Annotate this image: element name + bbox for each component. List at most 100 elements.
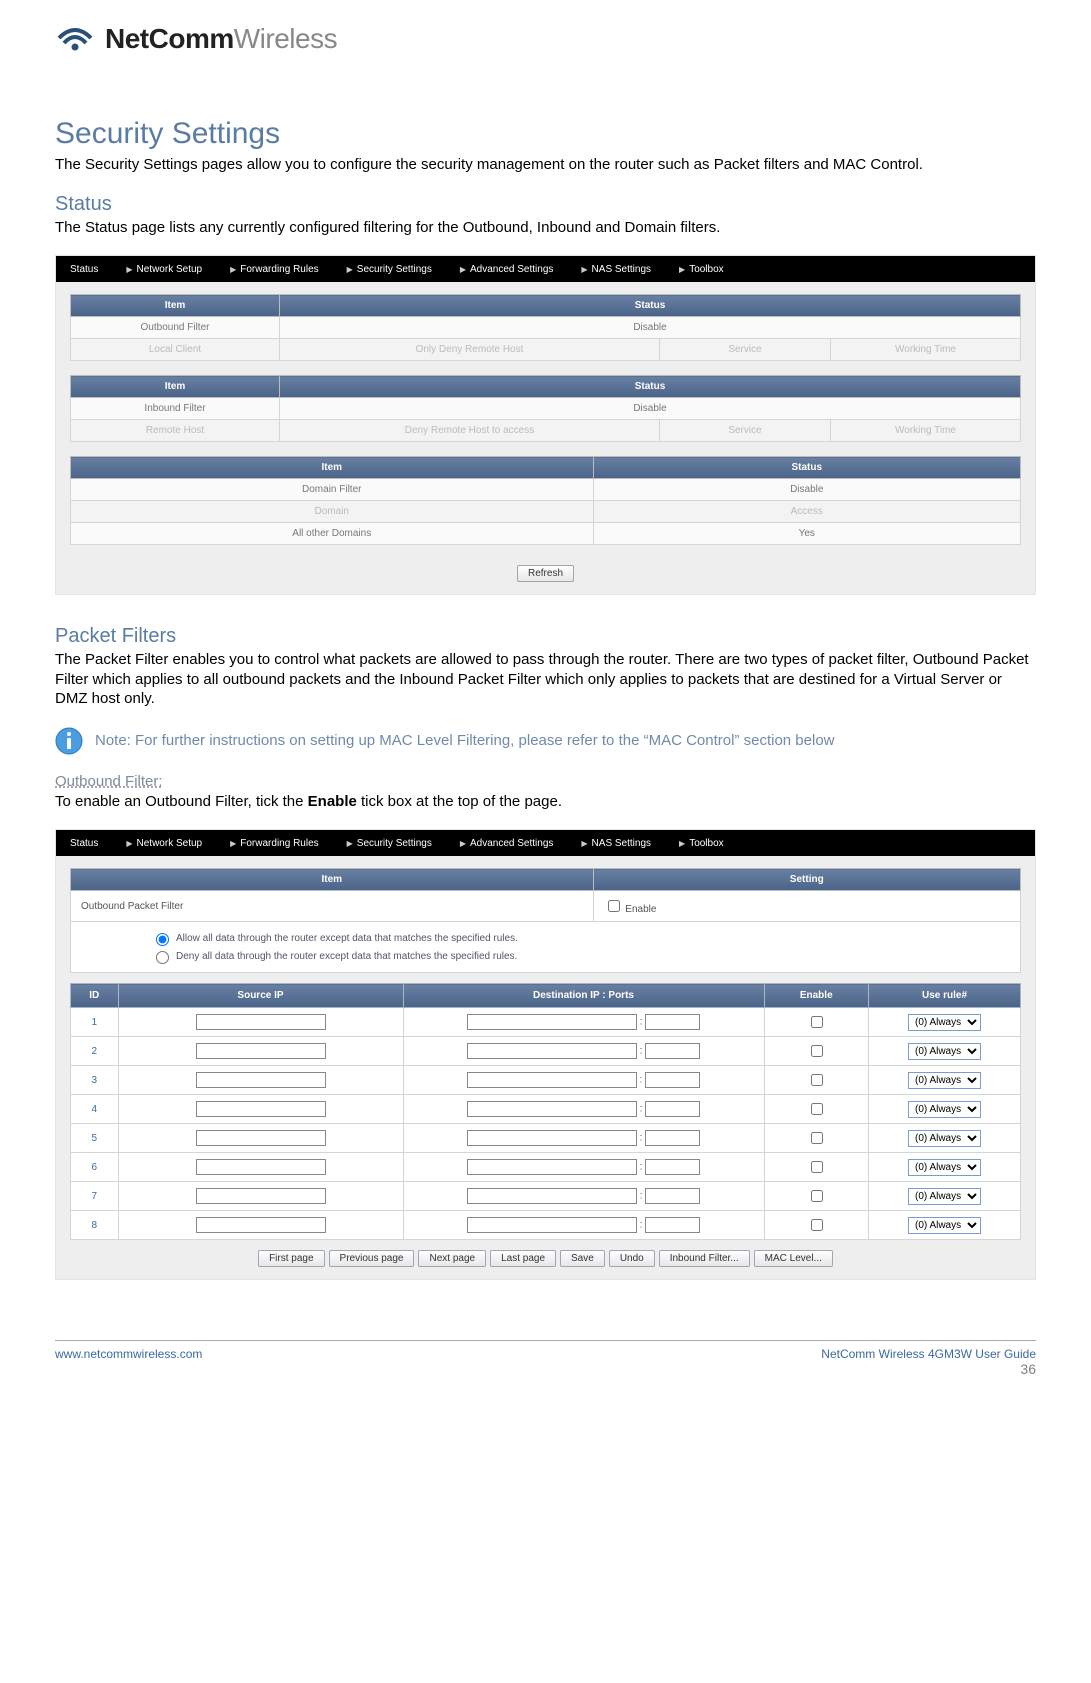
rules-table: ID Source IP Destination IP : Ports Enab…: [70, 983, 1021, 1240]
packet-filters-heading: Packet Filters: [55, 625, 1036, 648]
dest-port-input[interactable]: [645, 1217, 700, 1233]
chevron-right-icon: ▶: [230, 265, 236, 274]
dest-port-input[interactable]: [645, 1188, 700, 1204]
source-ip-input[interactable]: [196, 1188, 326, 1204]
use-rule-select[interactable]: (0) Always: [908, 1130, 981, 1147]
table-row: 5 : (0) Always: [71, 1124, 1021, 1153]
enable-checkbox[interactable]: [608, 900, 620, 912]
dest-port-input[interactable]: [645, 1043, 700, 1059]
packet-filters-desc: The Packet Filter enables you to control…: [55, 650, 1036, 709]
dest-ip-input[interactable]: [467, 1159, 637, 1175]
rule-id: 2: [71, 1037, 119, 1066]
dest-ip-input[interactable]: [467, 1130, 637, 1146]
mac-level-button[interactable]: MAC Level...: [754, 1250, 833, 1267]
dest-ip-input[interactable]: [467, 1043, 637, 1059]
rule-enable-checkbox[interactable]: [811, 1103, 823, 1115]
dest-ip-input[interactable]: [467, 1014, 637, 1030]
first-page-button[interactable]: First page: [258, 1250, 324, 1267]
radio-deny-label: Deny all data through the router except …: [176, 951, 517, 962]
nav-toolbox[interactable]: ▶Toolbox: [665, 264, 738, 275]
rule-id: 8: [71, 1211, 119, 1240]
outbound-packet-filter-label: Outbound Packet Filter: [71, 891, 594, 922]
source-ip-input[interactable]: [196, 1043, 326, 1059]
nav-nas-settings[interactable]: ▶NAS Settings: [567, 838, 665, 849]
footer-url[interactable]: www.netcommwireless.com: [55, 1347, 202, 1377]
table-row: 8 : (0) Always: [71, 1211, 1021, 1240]
status-heading: Status: [55, 193, 1036, 216]
nav-status[interactable]: Status: [56, 838, 112, 849]
chevron-right-icon: ▶: [230, 839, 236, 848]
rule-enable-checkbox[interactable]: [811, 1161, 823, 1173]
dest-port-input[interactable]: [645, 1159, 700, 1175]
source-ip-input[interactable]: [196, 1072, 326, 1088]
info-icon: [55, 727, 83, 755]
nav-forwarding-rules[interactable]: ▶Forwarding Rules: [216, 264, 333, 275]
note-row: Note: For further instructions on settin…: [55, 727, 1036, 755]
dest-ip-input[interactable]: [467, 1101, 637, 1117]
status-desc: The Status page lists any currently conf…: [55, 218, 1036, 238]
radio-allow-label: Allow all data through the router except…: [176, 933, 518, 944]
rule-id: 4: [71, 1095, 119, 1124]
use-rule-select[interactable]: (0) Always: [908, 1217, 981, 1234]
footer: www.netcommwireless.com NetComm Wireless…: [55, 1340, 1036, 1377]
item-setting-table: ItemSetting Outbound Packet Filter Enabl…: [70, 868, 1021, 922]
nav-nas-settings[interactable]: ▶NAS Settings: [567, 264, 665, 275]
rule-enable-checkbox[interactable]: [811, 1045, 823, 1057]
nav-network-setup[interactable]: ▶Network Setup: [112, 838, 216, 849]
use-rule-select[interactable]: (0) Always: [908, 1014, 981, 1031]
chevron-right-icon: ▶: [460, 839, 466, 848]
previous-page-button[interactable]: Previous page: [329, 1250, 415, 1267]
dest-port-input[interactable]: [645, 1101, 700, 1117]
nav-toolbox[interactable]: ▶Toolbox: [665, 838, 738, 849]
radio-deny[interactable]: [156, 951, 169, 964]
rule-enable-checkbox[interactable]: [811, 1074, 823, 1086]
navbar: Status ▶Network Setup ▶Forwarding Rules …: [56, 256, 1035, 282]
table-row: 7 : (0) Always: [71, 1182, 1021, 1211]
use-rule-select[interactable]: (0) Always: [908, 1188, 981, 1205]
nav-advanced-settings[interactable]: ▶Advanced Settings: [446, 838, 568, 849]
rule-enable-checkbox[interactable]: [811, 1016, 823, 1028]
footer-guide: NetComm Wireless 4GM3W User Guide: [821, 1347, 1036, 1361]
chevron-right-icon: ▶: [679, 265, 685, 274]
nav-security-settings[interactable]: ▶Security Settings: [333, 264, 446, 275]
use-rule-select[interactable]: (0) Always: [908, 1101, 981, 1118]
dest-ip-input[interactable]: [467, 1072, 637, 1088]
dest-port-input[interactable]: [645, 1130, 700, 1146]
source-ip-input[interactable]: [196, 1130, 326, 1146]
chevron-right-icon: ▶: [460, 265, 466, 274]
use-rule-select[interactable]: (0) Always: [908, 1159, 981, 1176]
rule-enable-checkbox[interactable]: [811, 1219, 823, 1231]
nav-network-setup[interactable]: ▶Network Setup: [112, 264, 216, 275]
footer-page-num: 36: [821, 1361, 1036, 1377]
rule-id: 5: [71, 1124, 119, 1153]
source-ip-input[interactable]: [196, 1217, 326, 1233]
table-row: 2 : (0) Always: [71, 1037, 1021, 1066]
table-row: 4 : (0) Always: [71, 1095, 1021, 1124]
domain-status-table: ItemStatus Domain FilterDisable DomainAc…: [70, 456, 1021, 545]
rule-id: 3: [71, 1066, 119, 1095]
dest-ip-input[interactable]: [467, 1217, 637, 1233]
next-page-button[interactable]: Next page: [418, 1250, 486, 1267]
dest-port-input[interactable]: [645, 1014, 700, 1030]
save-button[interactable]: Save: [560, 1250, 605, 1267]
nav-status[interactable]: Status: [56, 264, 112, 275]
nav-forwarding-rules[interactable]: ▶Forwarding Rules: [216, 838, 333, 849]
rule-id: 1: [71, 1008, 119, 1037]
source-ip-input[interactable]: [196, 1101, 326, 1117]
rule-enable-checkbox[interactable]: [811, 1132, 823, 1144]
use-rule-select[interactable]: (0) Always: [908, 1072, 981, 1089]
nav-security-settings[interactable]: ▶Security Settings: [333, 838, 446, 849]
source-ip-input[interactable]: [196, 1159, 326, 1175]
table-row: 1 : (0) Always: [71, 1008, 1021, 1037]
dest-ip-input[interactable]: [467, 1188, 637, 1204]
refresh-button[interactable]: Refresh: [517, 565, 574, 582]
radio-allow[interactable]: [156, 933, 169, 946]
last-page-button[interactable]: Last page: [490, 1250, 556, 1267]
use-rule-select[interactable]: (0) Always: [908, 1043, 981, 1060]
rule-enable-checkbox[interactable]: [811, 1190, 823, 1202]
inbound-filter-button[interactable]: Inbound Filter...: [659, 1250, 750, 1267]
undo-button[interactable]: Undo: [609, 1250, 655, 1267]
dest-port-input[interactable]: [645, 1072, 700, 1088]
nav-advanced-settings[interactable]: ▶Advanced Settings: [446, 264, 568, 275]
source-ip-input[interactable]: [196, 1014, 326, 1030]
